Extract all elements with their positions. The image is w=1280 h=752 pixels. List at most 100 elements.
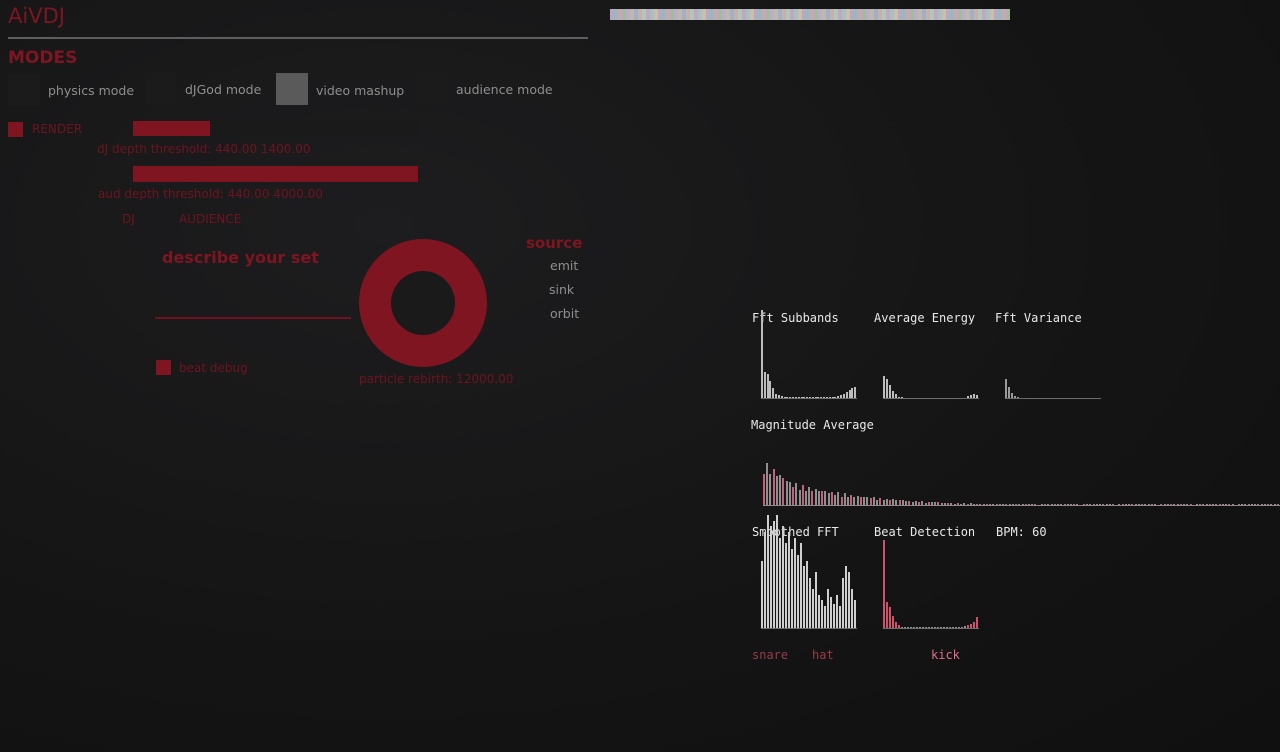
analyzer-bar [773, 469, 775, 506]
tab-audience[interactable]: AUDIENCE [179, 212, 241, 226]
analyzer-bar [764, 372, 766, 399]
fft-variance-graph [1005, 370, 1101, 399]
analyzer-bar [776, 476, 778, 506]
analyzer-bar [763, 474, 765, 506]
analyzer-bar [791, 549, 793, 629]
djgod-mode-toggle[interactable] [145, 73, 177, 105]
fft-variance-label: Fft Variance [995, 311, 1082, 325]
title-divider [8, 37, 588, 39]
analyzer-bar [889, 385, 891, 399]
physics-mode-label[interactable]: physics mode [48, 83, 134, 98]
tab-dj[interactable]: DJ [122, 212, 135, 226]
analyzer-bar [779, 538, 781, 629]
particle-rebirth-label: particle rebirth: 12000.00 [359, 372, 514, 386]
describe-set-label: describe your set [162, 248, 319, 267]
dj-depth-slider-fill [133, 121, 210, 136]
analyzer-bar [770, 526, 772, 629]
dj-depth-label: dJ depth threshold: 440.00 1400.00 [97, 142, 311, 156]
analyzer-bar [799, 490, 801, 506]
djgod-mode-label[interactable]: dJGod mode [185, 82, 261, 97]
analyzer-bar [795, 483, 797, 506]
analyzer-bar [786, 481, 788, 506]
analyzer-bar [769, 474, 771, 506]
analyzer-bar [827, 589, 829, 629]
analyzer-baseline [883, 398, 979, 399]
analyzer-bar [889, 607, 891, 629]
magnitude-average-graph [763, 455, 1280, 506]
analyzer-bar [845, 566, 847, 629]
analyzer-bar [766, 463, 768, 506]
analyzer-bar [808, 487, 810, 506]
particle-rebirth-knob-center [391, 271, 455, 335]
beat-debug-toggle[interactable] [156, 360, 171, 375]
color-palette-strip [610, 9, 1010, 20]
kick-label: kick [931, 648, 960, 662]
video-mashup-label[interactable]: video mashup [316, 83, 404, 98]
analyzer-bar [830, 597, 832, 629]
fft-subbands-graph [761, 310, 857, 399]
analyzer-bar [761, 310, 763, 399]
source-sink[interactable]: sink [549, 282, 574, 297]
analyzer-bar [785, 543, 787, 629]
analyzer-bar [776, 515, 778, 629]
analyzer-baseline [883, 628, 979, 629]
palette-swatch [1006, 9, 1010, 20]
analyzer-bar [815, 572, 817, 629]
magnitude-average-label: Magnitude Average [751, 418, 874, 432]
analyzer-bar [842, 578, 844, 629]
app-title: AiVDJ [8, 4, 65, 28]
analyzer-bar [839, 606, 841, 629]
video-mashup-toggle[interactable] [276, 73, 308, 105]
physics-mode-toggle[interactable] [8, 74, 40, 106]
render-label: RENDER [32, 122, 83, 136]
analyzer-bar [886, 602, 888, 629]
bpm-readout: BPM: 60 [996, 525, 1047, 539]
beat-detection-graph [883, 540, 979, 629]
analyzer-baseline [763, 505, 1280, 506]
analyzer-bar [782, 478, 784, 506]
analyzer-bar [767, 515, 769, 629]
dj-depth-slider[interactable] [133, 121, 418, 136]
analyzer-bar [1005, 379, 1007, 399]
analyzer-bar [837, 492, 839, 506]
analyzer-bar [782, 526, 784, 629]
source-orbit[interactable]: orbit [550, 306, 579, 321]
source-heading: source [526, 234, 583, 252]
analyzer-bar [821, 491, 823, 506]
average-energy-graph [883, 360, 979, 399]
analyzer-bar [848, 572, 850, 629]
source-emit[interactable]: emit [550, 258, 578, 273]
snare-label: snare [752, 648, 789, 662]
analyzer-bar [805, 491, 807, 506]
aud-depth-slider[interactable] [133, 166, 418, 182]
analyzer-bar [883, 376, 885, 399]
aud-depth-label: aud depth threshold: 440.00 4000.00 [98, 187, 323, 201]
analyzer-bar [779, 475, 781, 506]
analyzer-bar [794, 538, 796, 629]
smoothed-fft-graph [761, 515, 857, 629]
analyzer-bar [761, 561, 763, 629]
audience-mode-toggle[interactable] [416, 73, 448, 105]
analyzer-bar [773, 521, 775, 629]
render-toggle[interactable] [8, 122, 23, 137]
analyzer-bar [824, 606, 826, 629]
analyzer-bar [802, 485, 804, 506]
analyzer-bar [851, 589, 853, 629]
analyzer-bar [886, 379, 888, 399]
analyzer-baseline [761, 398, 857, 399]
beat-detection-label: Beat Detection [874, 525, 976, 539]
analyzer-bar [836, 595, 838, 629]
analyzer-bar [800, 543, 802, 629]
analyzer-bar [764, 532, 766, 629]
analyzer-bar [824, 491, 826, 506]
analyzer-bar [818, 595, 820, 629]
analyzer-bar [833, 604, 835, 629]
audience-mode-label[interactable]: audience mode [456, 82, 553, 97]
analyzer-baseline [761, 628, 857, 629]
analyzer-bar [854, 600, 856, 629]
beat-debug-label: beat debug [179, 361, 248, 375]
describe-set-input[interactable] [155, 275, 351, 319]
analyzer-bar [818, 491, 820, 506]
modes-heading: MODES [8, 48, 78, 68]
analyzer-bar [806, 561, 808, 629]
